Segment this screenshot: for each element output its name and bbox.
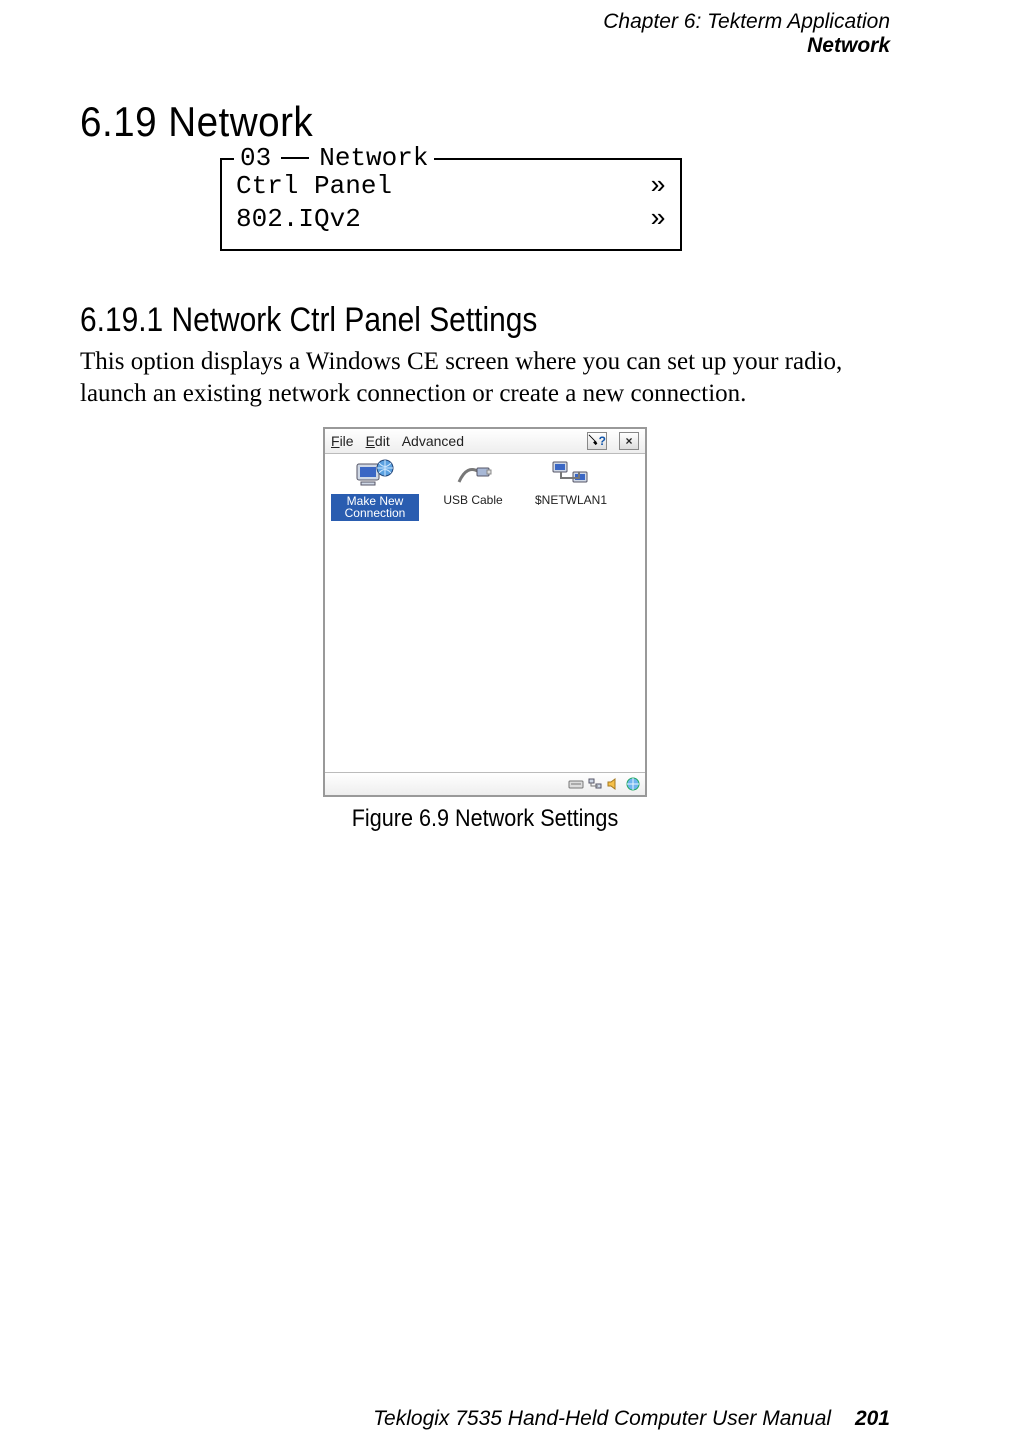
tray-network-icon[interactable]	[587, 776, 603, 792]
terminal-row-label: Ctrl Panel	[236, 170, 392, 203]
wince-window: File Edit Advanced ? ×	[323, 427, 647, 797]
page-header: Chapter 6: Tekterm Application Network	[80, 0, 890, 58]
connection-item-make-new[interactable]: Make New Connection	[331, 458, 419, 521]
footer-book-title: Teklogix 7535 Hand-Held Computer User Ma…	[373, 1407, 831, 1430]
globe-computer-icon	[355, 458, 395, 492]
tray-keyboard-icon[interactable]	[568, 776, 584, 792]
terminal-legend: 03 Network	[234, 143, 434, 173]
menu-edit[interactable]: Edit	[366, 433, 390, 449]
subsection-heading: 6.19.1 Network Ctrl Panel Settings	[80, 301, 793, 340]
figure: File Edit Advanced ? ×	[80, 427, 890, 833]
terminal-row-label: 802.IQv2	[236, 203, 361, 236]
section-heading: 6.19 Network	[80, 98, 825, 146]
task-bar	[325, 772, 645, 795]
figure-caption: Figure 6.9 Network Settings	[121, 805, 850, 833]
help-icon[interactable]: ?	[587, 432, 607, 450]
terminal-legend-number: 03	[240, 143, 271, 173]
terminal-menu-box: 03 Network Ctrl Panel » 802.IQv2 »	[220, 158, 682, 251]
legend-rule-icon	[281, 157, 309, 159]
menu-advanced[interactable]: Advanced	[402, 433, 464, 449]
chevron-right-icon: »	[650, 203, 666, 236]
terminal-row[interactable]: 802.IQv2 »	[236, 203, 666, 236]
window-body: Make New Connection USB Cable	[325, 454, 645, 772]
menu-bar: File Edit Advanced ? ×	[325, 429, 645, 454]
body-paragraph: This option displays a Windows CE screen…	[80, 346, 890, 409]
item-caption: Make New Connection	[331, 494, 419, 521]
terminal-legend-word: Network	[319, 143, 428, 173]
close-icon[interactable]: ×	[619, 432, 639, 450]
footer-page-number: 201	[855, 1407, 890, 1430]
tray-connection-icon[interactable]	[625, 776, 641, 792]
terminal-row[interactable]: Ctrl Panel »	[236, 170, 666, 203]
header-section: Network	[80, 34, 890, 58]
network-computers-icon	[551, 458, 591, 492]
item-caption: $NETWLAN1	[527, 494, 615, 507]
menu-file[interactable]: File	[331, 433, 354, 449]
connection-item-usb[interactable]: USB Cable	[429, 458, 517, 507]
tray-volume-icon[interactable]	[606, 776, 622, 792]
header-chapter: Chapter 6: Tekterm Application	[80, 10, 890, 34]
usb-cable-icon	[453, 458, 493, 492]
item-caption: USB Cable	[429, 494, 517, 507]
connection-item-netwlan[interactable]: $NETWLAN1	[527, 458, 615, 507]
chevron-right-icon: »	[650, 170, 666, 203]
page-footer: Teklogix 7535 Hand-Held Computer User Ma…	[373, 1407, 890, 1431]
